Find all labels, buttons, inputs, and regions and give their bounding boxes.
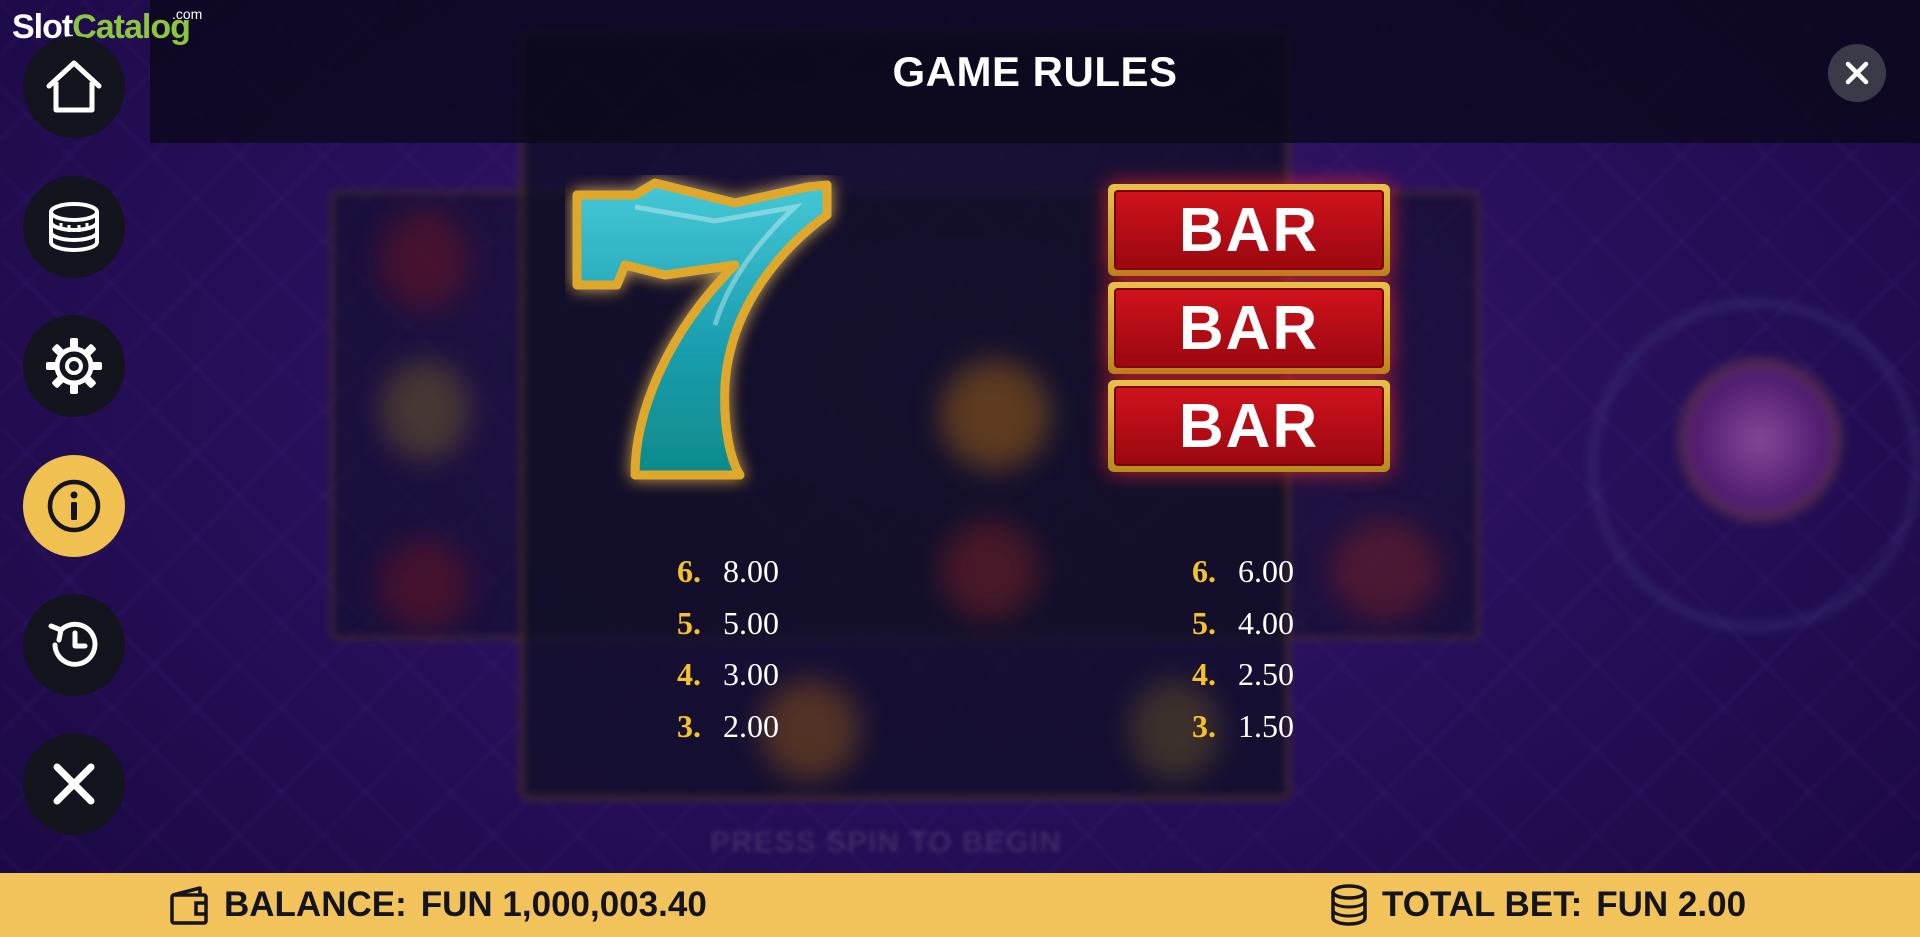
- balance-display: BALANCE: FUN 1,000,003.40: [168, 883, 707, 927]
- bar-tile: BAR: [1108, 380, 1390, 472]
- payout-value: 4.00: [1238, 604, 1294, 641]
- close-rules-button[interactable]: [1828, 44, 1886, 102]
- payout-value: 2.00: [723, 707, 779, 744]
- total-bet-display: TOTAL BET: FUN 2.00: [1328, 883, 1746, 927]
- total-bet-value: FUN 2.00: [1596, 885, 1747, 924]
- balance-label: BALANCE:: [224, 885, 407, 924]
- teal-seven-icon: [572, 178, 832, 480]
- payout-count: 6.: [1192, 553, 1216, 590]
- paytable-row: 6. 6.00: [1192, 546, 1294, 598]
- payout-value: 8.00: [723, 553, 779, 590]
- paytable-row: 5. 5.00: [677, 598, 779, 650]
- paytable-row: 4. 3.00: [677, 649, 779, 701]
- payout-value: 1.50: [1238, 707, 1294, 744]
- page-title: GAME RULES: [892, 48, 1178, 95]
- payout-count: 6.: [677, 553, 701, 590]
- payout-value: 5.00: [723, 604, 779, 641]
- history-button[interactable]: [23, 594, 125, 696]
- coins-button[interactable]: [23, 176, 125, 278]
- coins-icon: [1331, 884, 1367, 926]
- payout-count: 5.: [1192, 604, 1216, 641]
- info-icon: [47, 479, 101, 533]
- payout-value: 2.50: [1238, 656, 1294, 693]
- info-button[interactable]: [23, 455, 125, 557]
- balance-value: FUN 1,000,003.40: [420, 885, 707, 924]
- bar-tile: BAR: [1108, 282, 1390, 374]
- coins-icon: [49, 202, 99, 252]
- paytable-row: 3. 2.00: [677, 701, 779, 753]
- home-button[interactable]: [23, 36, 125, 138]
- seven-paytable: 6. 8.00 5. 5.00 4. 3.00 3. 2.00: [677, 546, 779, 752]
- payout-value: 3.00: [723, 656, 779, 693]
- rules-header: GAME RULES: [150, 0, 1920, 143]
- gear-icon: [46, 338, 102, 394]
- paytable-row: 5. 4.00: [1192, 598, 1294, 650]
- bar-label: BAR: [1114, 386, 1384, 466]
- paytable-row: 6. 8.00: [677, 546, 779, 598]
- close-icon: [1845, 61, 1869, 85]
- settings-button[interactable]: [23, 315, 125, 417]
- slotcatalog-logo: SlotCatalog .com: [12, 6, 202, 47]
- close-game-button[interactable]: [23, 733, 125, 835]
- payout-count: 4.: [1192, 656, 1216, 693]
- payout-value: 6.00: [1238, 553, 1294, 590]
- bar-label: BAR: [1114, 288, 1384, 368]
- bar-label: BAR: [1114, 190, 1384, 270]
- payout-count: 3.: [677, 707, 701, 744]
- bar-paytable: 6. 6.00 5. 4.00 4. 2.50 3. 1.50: [1192, 546, 1294, 752]
- total-bet-label: TOTAL BET:: [1382, 885, 1583, 924]
- status-bar: BALANCE: FUN 1,000,003.40 TOTAL BET: FUN…: [0, 873, 1920, 937]
- history-icon: [48, 621, 98, 667]
- logo-text-com: .com: [172, 6, 203, 22]
- bar-tile: BAR: [1108, 184, 1390, 276]
- paytable-row: 4. 2.50: [1192, 649, 1294, 701]
- payout-count: 4.: [677, 656, 701, 693]
- close-icon: [53, 763, 95, 805]
- paytable-row: 3. 1.50: [1192, 701, 1294, 753]
- home-icon: [46, 60, 102, 113]
- payout-count: 3.: [1192, 707, 1216, 744]
- wallet-icon: [170, 886, 208, 925]
- triple-bar-symbol: BAR BAR BAR: [1100, 180, 1400, 480]
- payout-count: 5.: [677, 604, 701, 641]
- seven-symbol: [565, 175, 915, 495]
